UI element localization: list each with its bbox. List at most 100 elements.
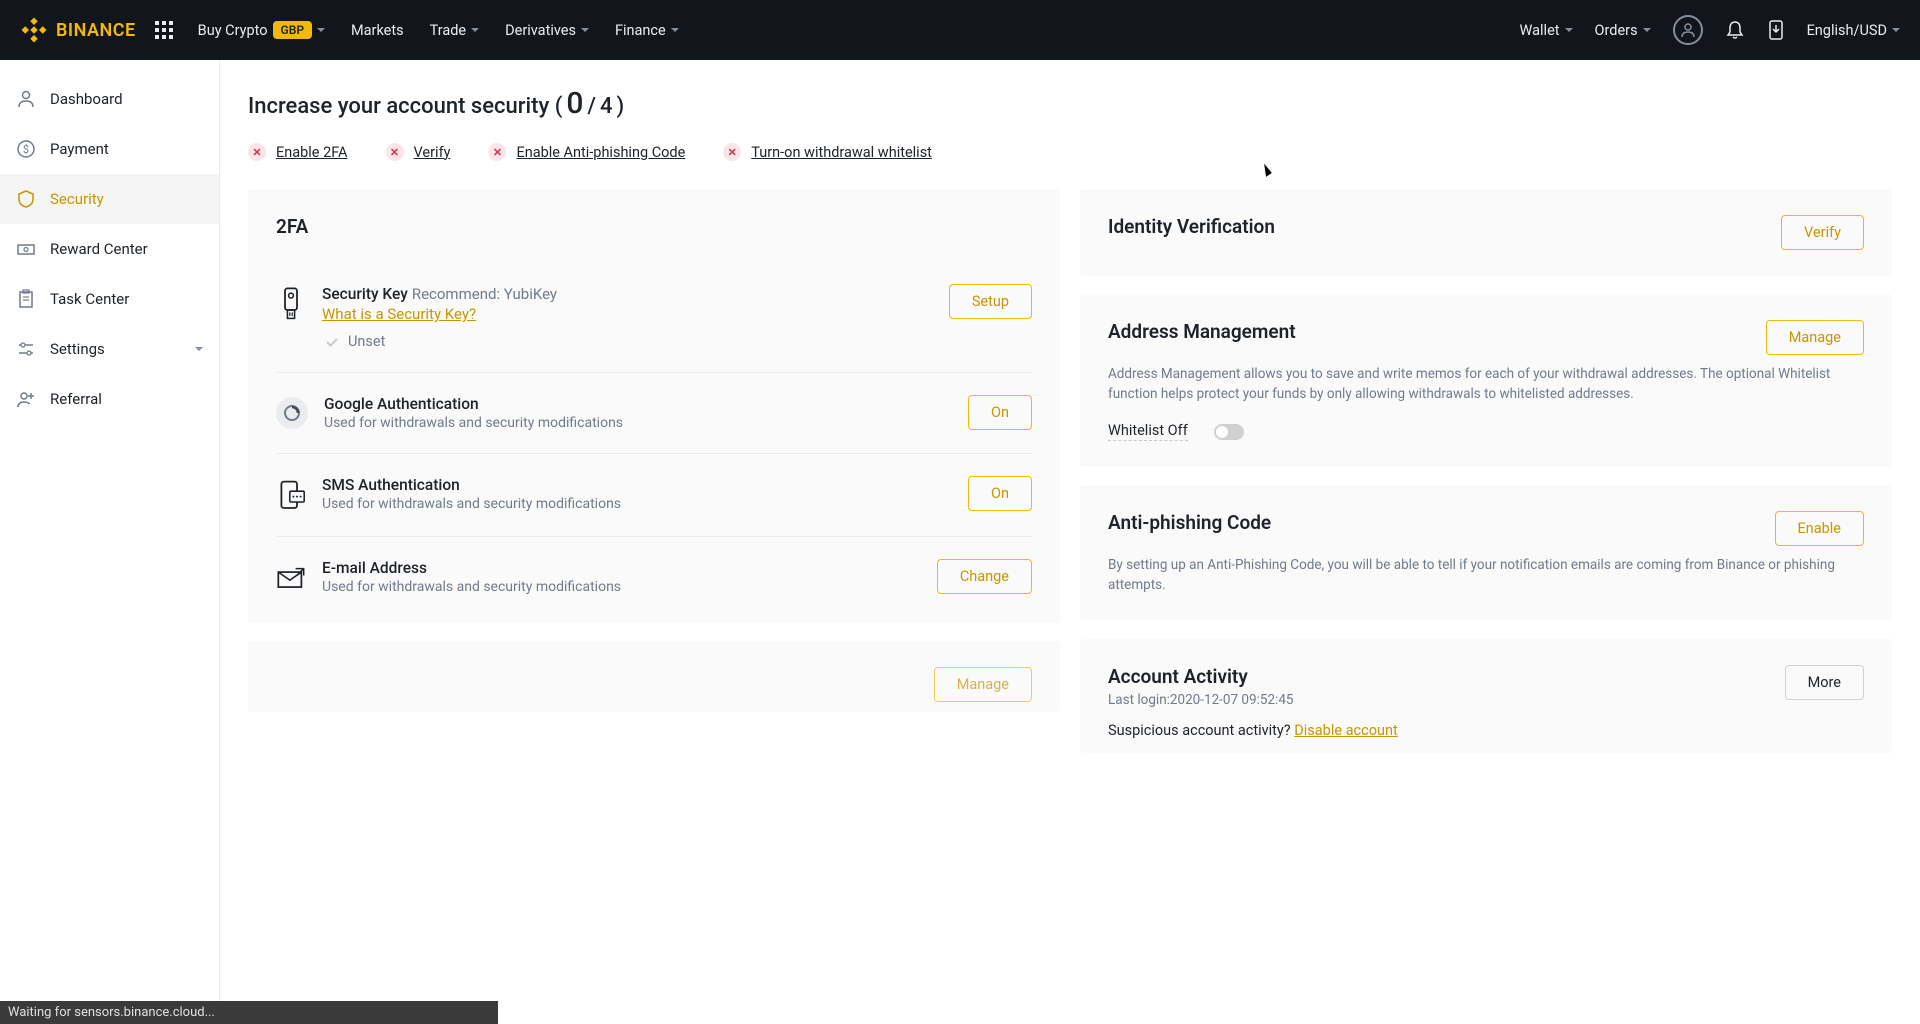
nav-finance[interactable]: Finance [615, 22, 679, 39]
add-user-icon [16, 389, 36, 409]
twofa-label: Security Key [322, 285, 408, 303]
shield-icon [16, 189, 36, 209]
on-button[interactable]: On [968, 476, 1032, 511]
card-address-management: Address Management Manage Address Manage… [1080, 294, 1892, 467]
nav-label: Buy Crypto [198, 22, 268, 39]
nav-label: Wallet [1520, 22, 1560, 39]
person-icon [16, 89, 36, 109]
security-key-icon [276, 286, 306, 322]
chevron-down-icon [317, 28, 325, 32]
enable-button[interactable]: Enable [1775, 511, 1865, 546]
checklist-enable-2fa[interactable]: ✕ Enable 2FA [248, 143, 348, 161]
chevron-down-icon [1643, 28, 1651, 32]
checklist-label: Enable 2FA [276, 144, 348, 161]
dollar-icon: $ [16, 139, 36, 159]
whitelist-label: Whitelist Off [1108, 422, 1188, 441]
nav-language[interactable]: English/USD [1807, 22, 1900, 39]
page-title: Increase your account security ( 0 / 4 ) [248, 86, 1892, 121]
apps-grid-icon[interactable] [154, 20, 174, 40]
main-content: Increase your account security ( 0 / 4 )… [220, 60, 1920, 1024]
twofa-sms: SMS Authentication Used for withdrawals … [276, 454, 1032, 537]
col-right: Identity Verification Verify Address Man… [1080, 189, 1892, 753]
sidebar-item-label: Referral [50, 390, 102, 408]
email-icon [276, 561, 306, 597]
manage-button[interactable]: Manage [1766, 320, 1864, 355]
sidebar-item-settings[interactable]: Settings [0, 324, 219, 374]
card-partial: Manage [248, 641, 1060, 712]
sidebar-item-label: Reward Center [50, 240, 148, 258]
gbp-badge: GBP [273, 21, 313, 39]
twofa-body: SMS Authentication Used for withdrawals … [322, 476, 952, 512]
card-title: Anti-phishing Code [1108, 511, 1271, 534]
card-antiphishing: Anti-phishing Code Enable By setting up … [1080, 485, 1892, 621]
bell-icon[interactable] [1725, 20, 1745, 40]
more-button[interactable]: More [1785, 665, 1864, 700]
x-icon: ✕ [248, 143, 266, 161]
card-title: Account Activity [1108, 665, 1294, 688]
chevron-down-icon [581, 28, 589, 32]
twofa-security-key: Security KeyRecommend: YubiKey What is a… [276, 262, 1032, 373]
checklist-verify[interactable]: ✕ Verify [386, 143, 451, 161]
nav-buy-crypto[interactable]: Buy Crypto GBP [198, 21, 325, 39]
nav-label: Orders [1595, 22, 1638, 39]
binance-logo-icon [20, 16, 48, 44]
nav-label: English/USD [1807, 22, 1887, 39]
nav-label: Derivatives [505, 22, 576, 39]
chevron-down-icon [1565, 28, 1573, 32]
twofa-sub: Used for withdrawals and security modifi… [322, 579, 921, 595]
cards-row: 2FA Security KeyRecommend: YubiKey What … [248, 189, 1892, 753]
clipboard-icon [16, 289, 36, 309]
card-2fa: 2FA Security KeyRecommend: YubiKey What … [248, 189, 1060, 623]
nav-wallet[interactable]: Wallet [1520, 22, 1573, 39]
twofa-body: E-mail Address Used for withdrawals and … [322, 559, 921, 595]
nav-trade[interactable]: Trade [430, 22, 480, 39]
logo[interactable]: BINANCE [20, 16, 136, 44]
sidebar-item-dashboard[interactable]: Dashboard [0, 74, 219, 124]
on-button[interactable]: On [968, 395, 1032, 430]
verify-button[interactable]: Verify [1781, 215, 1864, 250]
twofa-label: E-mail Address [322, 559, 921, 577]
twofa-label: SMS Authentication [322, 476, 952, 494]
card-title: 2FA [276, 215, 1032, 238]
x-icon: ✕ [488, 143, 506, 161]
sidebar-item-label: Security [50, 190, 104, 208]
card-title: Identity Verification [1108, 215, 1275, 238]
chevron-down-icon [195, 347, 203, 351]
avatar-icon[interactable] [1673, 15, 1703, 45]
whitelist-toggle[interactable] [1214, 424, 1244, 440]
sidebar-item-payment[interactable]: $ Payment [0, 124, 219, 174]
checklist-antiphishing[interactable]: ✕ Enable Anti-phishing Code [488, 143, 685, 161]
manage-button[interactable]: Manage [934, 667, 1032, 702]
x-icon: ✕ [386, 143, 404, 161]
download-icon[interactable] [1767, 20, 1785, 40]
sliders-icon [16, 339, 36, 359]
card-description: By setting up an Anti-Phishing Code, you… [1108, 556, 1864, 595]
sidebar-item-referral[interactable]: Referral [0, 374, 219, 424]
twofa-label: Google Authentication [324, 395, 952, 413]
sidebar-item-label: Settings [50, 340, 105, 358]
sidebar-item-security[interactable]: Security [0, 174, 219, 224]
google-auth-icon [276, 397, 308, 429]
disable-account-link[interactable]: Disable account [1294, 722, 1397, 739]
security-key-link[interactable]: What is a Security Key? [322, 305, 933, 323]
card-title: Address Management [1108, 320, 1296, 343]
twofa-email: E-mail Address Used for withdrawals and … [276, 537, 1032, 597]
nav-derivatives[interactable]: Derivatives [505, 22, 589, 39]
twofa-body: Google Authentication Used for withdrawa… [324, 395, 952, 431]
card-identity: Identity Verification Verify [1080, 189, 1892, 276]
nav-orders[interactable]: Orders [1595, 22, 1651, 39]
checklist-whitelist[interactable]: ✕ Turn-on withdrawal whitelist [723, 143, 932, 161]
sidebar-item-task-center[interactable]: Task Center [0, 274, 219, 324]
nav-markets[interactable]: Markets [351, 22, 404, 39]
last-login: Last login:2020-12-07 09:52:45 [1108, 692, 1294, 708]
change-button[interactable]: Change [937, 559, 1032, 594]
nav-label: Trade [430, 22, 467, 39]
card-activity: Account Activity Last login:2020-12-07 0… [1080, 639, 1892, 753]
sidebar-item-reward-center[interactable]: Reward Center [0, 224, 219, 274]
whitelist-row: Whitelist Off [1108, 422, 1864, 441]
nav-label: Markets [351, 22, 404, 39]
setup-button[interactable]: Setup [949, 284, 1032, 319]
svg-text:$: $ [23, 143, 29, 156]
suspicious-row: Suspicious account activity? Disable acc… [1108, 722, 1864, 739]
ticket-icon [16, 239, 36, 259]
